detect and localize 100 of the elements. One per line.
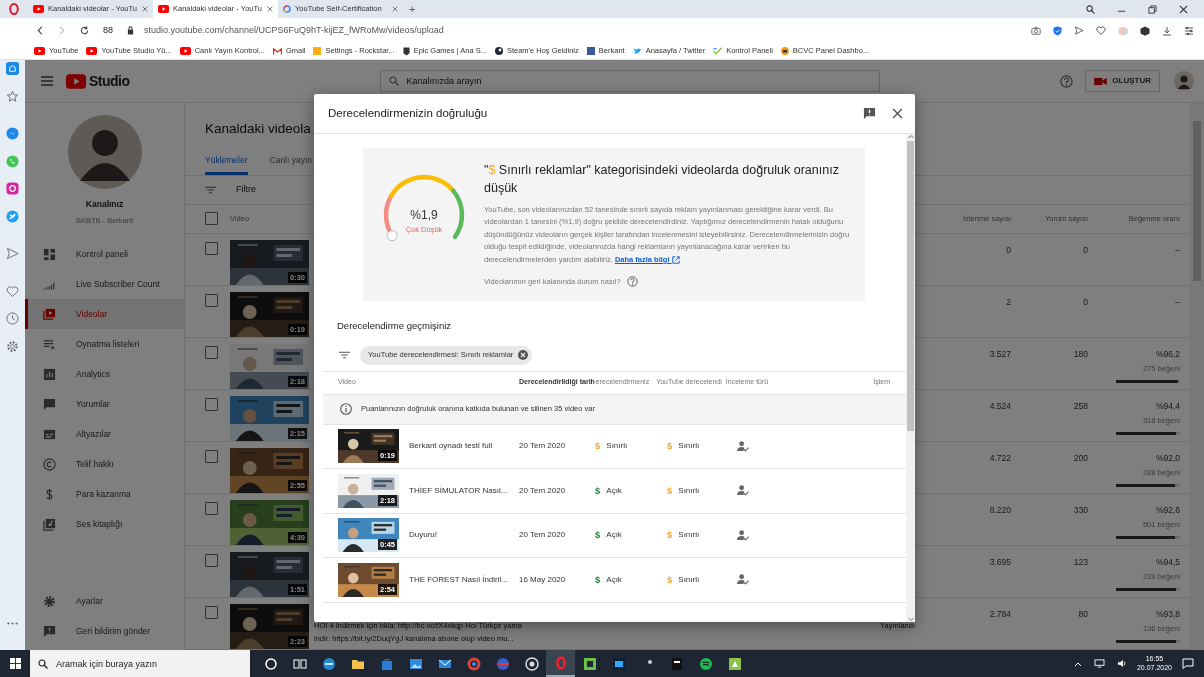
ring-icon[interactable] <box>553 655 568 670</box>
bird-icon[interactable] <box>6 209 19 223</box>
comment-count: 0 <box>1083 245 1088 255</box>
download-icon[interactable] <box>1162 25 1172 36</box>
avatar[interactable] <box>1174 71 1194 91</box>
search-field[interactable]: Aramak için buraya yazın <box>30 650 250 677</box>
restore-icon[interactable] <box>1148 4 1157 14</box>
comment-count: 80 <box>1078 609 1088 619</box>
person-check-icon[interactable] <box>737 440 749 452</box>
channel-avatar[interactable] <box>67 115 142 189</box>
checkbox[interactable] <box>205 242 218 255</box>
help-icon[interactable] <box>1060 74 1074 88</box>
sliders-icon[interactable] <box>1184 25 1194 36</box>
checkbox[interactable] <box>205 212 218 226</box>
heart-icon[interactable] <box>6 284 19 298</box>
address-field[interactable]: studio.youtube.com/channel/UCPS6FuQ9hT-kijEZ_fWRoMw/videos/upload <box>144 23 444 38</box>
star-icon[interactable] <box>6 89 19 103</box>
globe-icon[interactable] <box>495 656 510 671</box>
circle-icon[interactable] <box>698 656 713 671</box>
nav-item[interactable]: Ayarlar <box>25 586 184 616</box>
circle-icon[interactable] <box>640 656 655 671</box>
search-icon[interactable] <box>1086 4 1095 14</box>
browser-icon[interactable] <box>321 656 336 671</box>
windows-logo-icon[interactable] <box>9 658 21 669</box>
back-icon[interactable] <box>36 26 44 35</box>
new-tab-button[interactable]: + <box>403 0 422 18</box>
nav-item[interactable]: Live Subscriber Count <box>25 269 184 299</box>
settings-icon[interactable] <box>6 339 19 353</box>
person-check-icon[interactable] <box>737 529 749 541</box>
checkbox[interactable] <box>205 606 218 619</box>
task-view-icon[interactable] <box>292 656 307 671</box>
clock-icon[interactable] <box>6 312 19 326</box>
menu-icon[interactable] <box>41 76 53 86</box>
checkbox[interactable] <box>205 398 218 411</box>
page-tab[interactable]: Canlı yayın <box>269 149 313 175</box>
rating-label: Açık <box>606 484 622 497</box>
speaker-icon[interactable] <box>1116 659 1127 668</box>
nav-item[interactable]: Telif hakkı <box>25 449 184 479</box>
person-check-icon[interactable] <box>737 574 749 586</box>
filter-icon[interactable] <box>205 185 216 194</box>
checkbox[interactable] <box>205 450 218 463</box>
nav-item[interactable]: Para kazanma <box>25 479 184 509</box>
photo-icon[interactable] <box>408 656 423 671</box>
camera-icon[interactable] <box>6 182 19 196</box>
video-title: THE FOREST Nasıl İndiril... <box>409 574 508 584</box>
square-icon[interactable] <box>582 656 597 671</box>
home-icon[interactable] <box>6 62 19 76</box>
nav-item[interactable]: Ses kitaplığı <box>25 509 184 539</box>
scrollbar-thumb[interactable] <box>1193 121 1201 281</box>
create-button[interactable]: OLUŞTUR <box>1085 70 1160 92</box>
checkbox[interactable] <box>205 554 218 567</box>
help-icon[interactable] <box>626 276 638 288</box>
reload-icon[interactable] <box>80 26 89 35</box>
nav-item[interactable]: Kontrol paneli <box>25 239 184 269</box>
dollar-icon: $ <box>595 572 601 587</box>
chevron-up-icon[interactable] <box>1073 660 1082 667</box>
monitor-icon[interactable] <box>1093 659 1105 668</box>
scrollbar-thumb[interactable] <box>907 141 914 431</box>
person-check-icon[interactable] <box>737 485 749 497</box>
chat-bubble-icon[interactable] <box>6 127 19 141</box>
like-ratio: %94,5 <box>1155 556 1180 569</box>
feedback-icon[interactable] <box>863 107 876 120</box>
nav-item[interactable]: Analytics <box>25 359 184 389</box>
bag-icon[interactable] <box>379 656 394 671</box>
send-icon[interactable] <box>6 247 19 261</box>
box-icon[interactable] <box>1140 25 1150 36</box>
copyright-icon <box>43 457 56 471</box>
checkbox[interactable] <box>205 502 218 515</box>
view-count: 0 <box>1006 245 1011 255</box>
close-icon[interactable] <box>1179 4 1188 14</box>
search-field[interactable]: Kanalınızda arayın <box>379 70 880 92</box>
filter-field[interactable]: Filtre <box>234 181 314 198</box>
shield-icon[interactable] <box>1053 25 1062 36</box>
close-icon[interactable] <box>892 108 903 119</box>
ring-icon[interactable] <box>466 656 481 671</box>
square-icon[interactable] <box>727 656 742 671</box>
filter-icon[interactable] <box>339 351 350 360</box>
nav-item[interactable]: Geri bildirim gönder <box>25 616 184 646</box>
nav-item[interactable]: Altyazılar <box>25 419 184 449</box>
camera-icon[interactable] <box>1031 26 1041 35</box>
speed-dial-button[interactable]: 88 <box>103 23 113 38</box>
square-icon[interactable] <box>611 656 626 671</box>
circle-icon[interactable] <box>524 656 539 671</box>
nav-item[interactable]: Yorumlar <box>25 389 184 419</box>
dollar-icon: $ <box>595 483 601 498</box>
close-icon[interactable] <box>267 6 273 12</box>
music-stack-icon <box>43 517 56 531</box>
checkbox[interactable] <box>205 346 218 359</box>
heart-icon[interactable] <box>1096 26 1106 35</box>
check-mark-icon <box>713 47 723 55</box>
clear-icon[interactable] <box>518 350 529 361</box>
checkbox[interactable] <box>205 294 218 307</box>
square-icon[interactable] <box>669 656 684 671</box>
more-icon[interactable] <box>7 621 18 625</box>
nav-item[interactable]: Oynatma listeleri <box>25 329 184 359</box>
studio-logo[interactable]: Studio <box>66 70 130 92</box>
notification-icon[interactable] <box>1182 658 1194 669</box>
send-icon[interactable] <box>1074 26 1084 35</box>
like-ratio: – <box>1175 296 1180 309</box>
opera-logo-icon[interactable] <box>8 3 20 15</box>
